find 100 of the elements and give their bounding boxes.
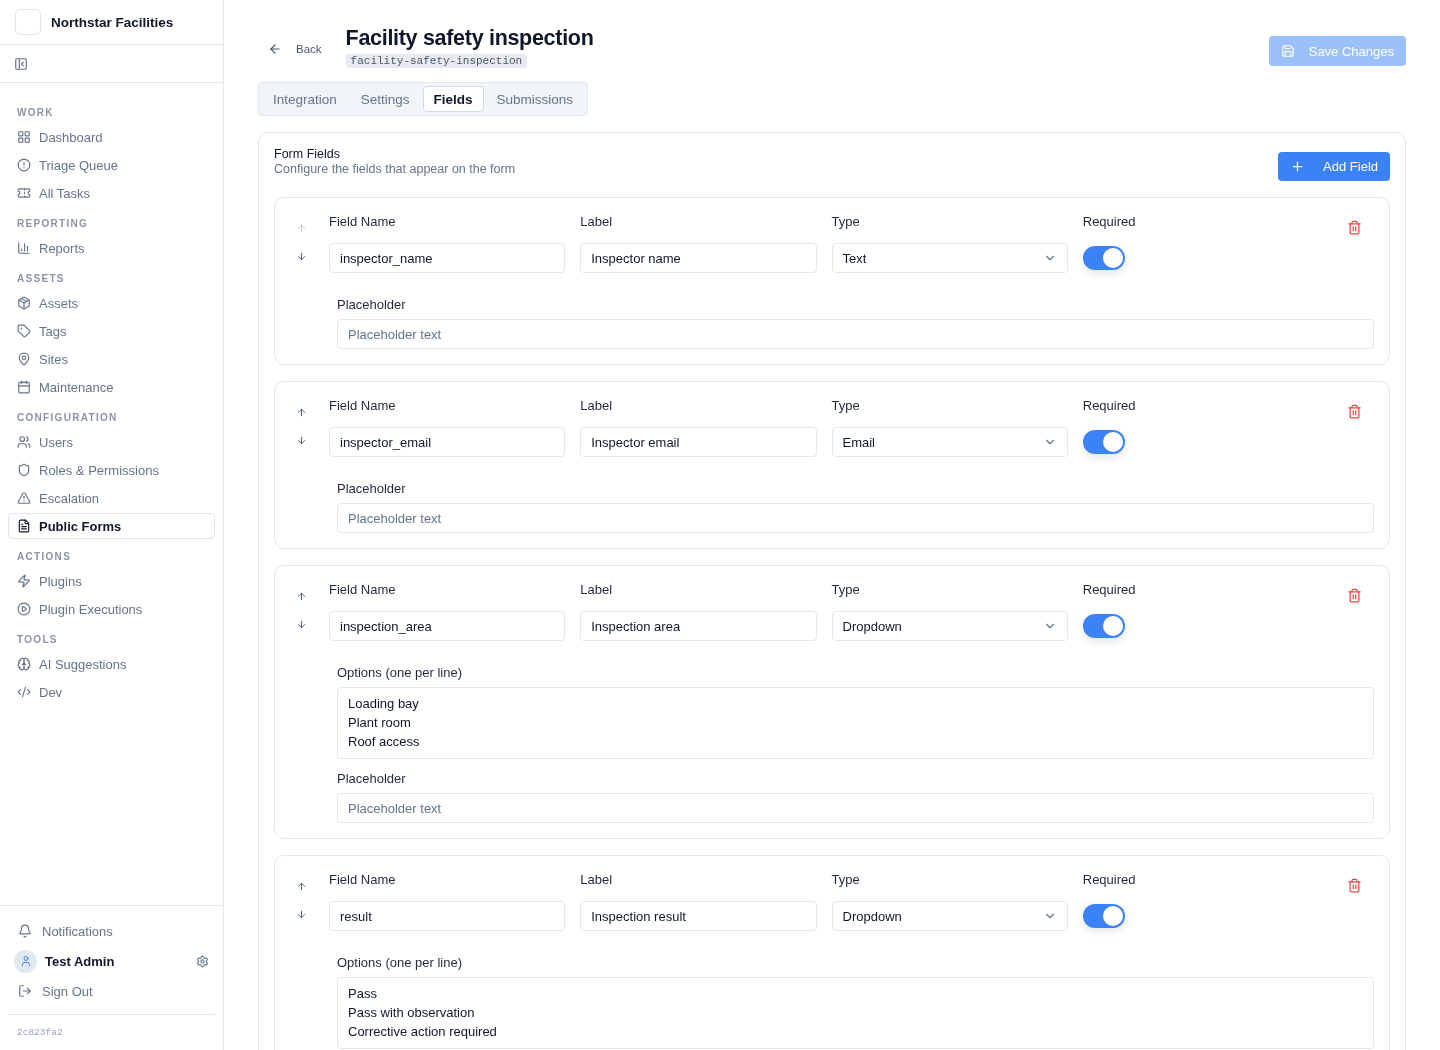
bar-chart-icon [17, 241, 31, 255]
nav-section-heading: WORK [16, 106, 55, 120]
tab[interactable]: Settings [349, 86, 421, 112]
required-toggle[interactable] [1082, 614, 1125, 638]
required-toggle[interactable] [1082, 430, 1125, 454]
nav-item[interactable]: Reports [8, 235, 215, 261]
placeholder-input[interactable]: Placeholder text [337, 503, 1374, 533]
type-select[interactable]: Dropdown [831, 611, 1068, 641]
sidebar-toggle-icon[interactable] [14, 56, 28, 71]
sign-out-link[interactable]: Sign Out [8, 976, 215, 1006]
delete-icon[interactable] [1346, 220, 1362, 236]
nav-item[interactable]: Maintenance [8, 374, 215, 400]
nav-item[interactable]: Escalation [8, 485, 215, 511]
field-name-input[interactable]: result [329, 901, 566, 931]
package-icon [17, 296, 31, 310]
shield-icon [17, 463, 31, 477]
back-button[interactable]: Back [258, 42, 332, 56]
nav-item[interactable]: Dashboard [8, 124, 215, 150]
user-name: Test Admin [45, 953, 116, 969]
field-name-input[interactable]: inspector_name [329, 243, 566, 273]
avatar [14, 949, 37, 973]
field-label: Type [831, 872, 861, 889]
nav-item[interactable]: Triage Queue [8, 152, 215, 178]
page-title: Facility safety inspection [345, 26, 594, 51]
code-icon [17, 685, 31, 699]
placeholder-input[interactable]: Placeholder text [337, 319, 1374, 349]
nav-section-heading: TOOLS [16, 633, 59, 647]
nav-section-heading: CONFIGURATION [16, 411, 119, 425]
panel-subtitle: Configure the fields that appear on the form [274, 162, 516, 176]
settings-icon[interactable] [196, 954, 209, 968]
field-label: Required [1082, 872, 1137, 889]
panel-title: Form Fields [274, 147, 341, 161]
add-field-button[interactable]: Add Field [1278, 152, 1390, 181]
field-name-input[interactable]: inspection_area [329, 611, 566, 641]
option-line: Plant room [348, 714, 412, 732]
field-label: Field Name [329, 214, 397, 231]
required-toggle[interactable] [1082, 904, 1125, 928]
save-icon [1280, 44, 1295, 58]
nav-item[interactable]: Assets [8, 290, 215, 316]
nav-section-heading: ASSETS [16, 272, 66, 286]
document-icon [17, 519, 31, 533]
field-label: Required [1082, 214, 1137, 231]
type-select[interactable]: Email [831, 427, 1068, 457]
warning-triangle-icon [17, 491, 31, 505]
nav-item[interactable]: Roles & Permissions [8, 457, 215, 483]
delete-icon[interactable] [1346, 404, 1362, 420]
option-line: Pass [348, 985, 378, 1003]
options-textarea[interactable]: Loading bay Plant room Roof access [337, 687, 1374, 759]
nav-item[interactable]: AI Suggestions [8, 651, 215, 677]
field-label: Required [1082, 398, 1137, 415]
field-label: Label [580, 398, 614, 415]
field-label: Required [1082, 582, 1137, 599]
label-input[interactable]: Inspection result [580, 901, 817, 931]
field-label: Placeholder [337, 771, 407, 786]
plus-icon [1290, 159, 1306, 174]
nav-section-heading: REPORTING [16, 217, 90, 231]
tab[interactable]: Fields [422, 86, 484, 112]
field-label: Options (one per line) [337, 665, 463, 680]
nav-item[interactable]: Users [8, 429, 215, 455]
field-label: Label [580, 872, 614, 889]
nav-item[interactable]: Plugin Executions [8, 596, 215, 622]
alert-circle-icon [17, 158, 31, 172]
logo [15, 9, 41, 35]
map-pin-icon [17, 352, 31, 366]
bell-icon [18, 924, 32, 938]
nav-item[interactable]: Public Forms [8, 513, 215, 539]
field-label: Field Name [329, 872, 397, 889]
label-input[interactable]: Inspector email [580, 427, 817, 457]
field-label: Type [831, 214, 861, 231]
nav-item[interactable]: Dev [8, 679, 215, 705]
label-input[interactable]: Inspector name [580, 243, 817, 273]
label-input[interactable]: Inspection area [580, 611, 817, 641]
required-toggle[interactable] [1082, 246, 1125, 270]
nav-item[interactable]: Plugins [8, 568, 215, 594]
type-select[interactable]: Text [831, 243, 1068, 273]
field-label: Type [831, 398, 861, 415]
delete-icon[interactable] [1346, 878, 1362, 894]
brain-icon [17, 657, 31, 671]
placeholder-input[interactable]: Placeholder text [337, 793, 1374, 823]
option-line: Loading bay [348, 695, 420, 713]
play-circle-icon [17, 602, 31, 616]
field-name-input[interactable]: inspector_email [329, 427, 566, 457]
brand-name: Northstar Facilities [51, 14, 174, 30]
option-line: Corrective action required [348, 1023, 498, 1041]
tab[interactable]: Submissions [485, 86, 585, 112]
field-label: Type [831, 582, 861, 599]
notifications-link[interactable]: Notifications [8, 916, 215, 946]
field-label: Placeholder [337, 481, 407, 496]
users-icon [17, 435, 31, 449]
nav-item[interactable]: All Tasks [8, 180, 215, 206]
options-textarea[interactable]: Pass Pass with observation Corrective action required [337, 977, 1374, 1049]
form-slug: facility-safety-inspection [345, 54, 528, 68]
type-select[interactable]: Dropdown [831, 901, 1068, 931]
nav-item[interactable]: Tags [8, 318, 215, 344]
tab[interactable]: Integration [262, 86, 348, 112]
delete-icon[interactable] [1346, 588, 1362, 604]
nav-item[interactable]: Sites [8, 346, 215, 372]
field-label: Field Name [329, 582, 397, 599]
field-label: Label [580, 214, 614, 231]
lightning-icon [17, 574, 31, 588]
